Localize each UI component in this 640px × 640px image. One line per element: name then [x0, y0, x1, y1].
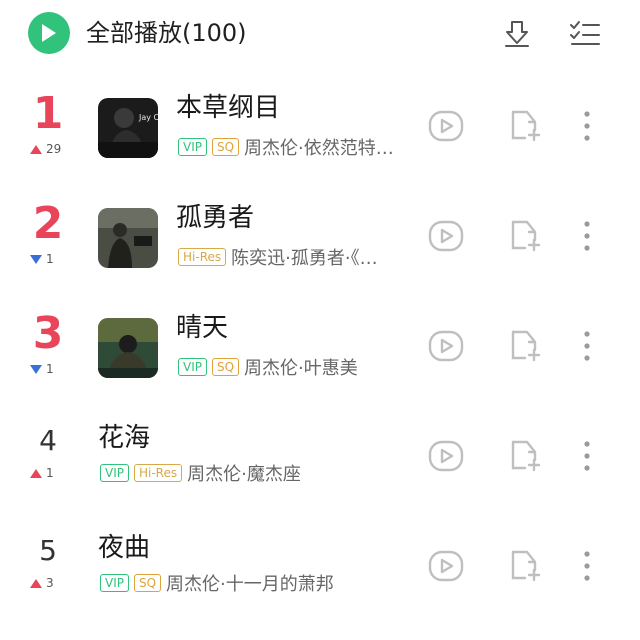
multi-select-icon[interactable]	[568, 16, 602, 50]
mv-play-icon[interactable]	[428, 218, 464, 254]
trend-value: 1	[46, 362, 54, 376]
rank-trend: 1	[30, 362, 80, 376]
album-cover: Jay Chou	[98, 98, 158, 158]
vip-badge: VIP	[178, 358, 207, 376]
add-to-playlist-icon[interactable]	[507, 328, 543, 364]
add-to-playlist-icon[interactable]	[507, 108, 543, 144]
trend-value: 29	[46, 142, 62, 156]
song-row[interactable]: 1 29 Jay Chou 本草纲目 VIP SQ 周杰伦·依然范特…	[0, 88, 640, 200]
song-meta: VIP SQ 周杰伦·依然范特…	[178, 134, 394, 160]
song-rank: 2	[32, 198, 64, 249]
song-title: 本草纲目	[176, 93, 281, 123]
song-title: 孤勇者	[176, 203, 255, 233]
vip-badge: VIP	[178, 138, 207, 156]
rank-trend: 29	[30, 142, 80, 156]
sq-badge: SQ	[211, 138, 240, 156]
download-icon[interactable]	[500, 16, 534, 50]
trend-up-icon	[30, 578, 42, 588]
more-icon[interactable]	[572, 328, 602, 364]
song-meta: Hi-Res 陈奕迅·孤勇者·《…	[178, 244, 378, 270]
mv-play-icon[interactable]	[428, 328, 464, 364]
play-all-label[interactable]: 全部播放(100)	[86, 16, 247, 50]
song-artist-album: 陈奕迅·孤勇者·《…	[231, 248, 378, 269]
song-meta: VIP SQ 周杰伦·叶惠美	[178, 354, 358, 380]
rank-trend: 3	[30, 576, 80, 590]
add-to-playlist-icon[interactable]	[507, 218, 543, 254]
song-rank: 3	[32, 308, 64, 359]
hi-res-badge: Hi-Res	[133, 464, 183, 482]
hi-res-badge: Hi-Res	[178, 248, 227, 266]
song-row[interactable]: 4 1 花海 VIP Hi-Res 周杰伦·魔杰座	[0, 420, 640, 530]
sq-badge: SQ	[211, 358, 240, 376]
song-meta: VIP Hi-Res 周杰伦·魔杰座	[100, 460, 301, 486]
song-artist-album: 周杰伦·魔杰座	[187, 464, 301, 485]
song-rank: 1	[32, 88, 64, 139]
trend-up-icon	[30, 468, 42, 478]
list-header: 全部播放(100)	[0, 0, 640, 68]
song-row[interactable]: 3 1 晴天 VIP SQ 周杰伦·叶惠美	[0, 308, 640, 420]
add-to-playlist-icon[interactable]	[507, 438, 543, 474]
mv-play-icon[interactable]	[428, 108, 464, 144]
play-all-button[interactable]	[28, 12, 70, 54]
more-icon[interactable]	[572, 108, 602, 144]
song-rank: 5	[39, 534, 57, 567]
trend-value: 3	[46, 576, 54, 590]
cover-text: Jay Chou	[138, 113, 158, 122]
sq-badge: SQ	[133, 574, 162, 592]
add-to-playlist-icon[interactable]	[507, 548, 543, 584]
album-cover	[98, 208, 158, 268]
song-artist-album: 周杰伦·十一月的萧邦	[166, 574, 334, 595]
trend-value: 1	[46, 252, 54, 266]
song-artist-album: 周杰伦·依然范特…	[244, 138, 394, 159]
mv-play-icon[interactable]	[428, 548, 464, 584]
play-icon	[42, 24, 56, 42]
trend-value: 1	[46, 466, 54, 480]
vip-badge: VIP	[100, 464, 129, 482]
trend-up-icon	[30, 144, 42, 154]
song-title: 晴天	[176, 313, 229, 343]
trend-down-icon	[30, 364, 42, 374]
song-rank: 4	[39, 424, 57, 457]
album-cover	[98, 318, 158, 378]
more-icon[interactable]	[572, 438, 602, 474]
song-artist-album: 周杰伦·叶惠美	[244, 358, 358, 379]
song-row[interactable]: 5 3 夜曲 VIP SQ 周杰伦·十一月的萧邦	[0, 530, 640, 640]
song-title: 花海	[98, 423, 151, 453]
rank-trend: 1	[30, 466, 80, 480]
song-row[interactable]: 2 1 孤勇者 Hi-Res 陈奕迅·孤勇者·《…	[0, 198, 640, 310]
song-meta: VIP SQ 周杰伦·十一月的萧邦	[100, 570, 334, 596]
trend-down-icon	[30, 254, 42, 264]
mv-play-icon[interactable]	[428, 438, 464, 474]
more-icon[interactable]	[572, 548, 602, 584]
more-icon[interactable]	[572, 218, 602, 254]
rank-trend: 1	[30, 252, 80, 266]
vip-badge: VIP	[100, 574, 129, 592]
song-title: 夜曲	[98, 533, 151, 563]
